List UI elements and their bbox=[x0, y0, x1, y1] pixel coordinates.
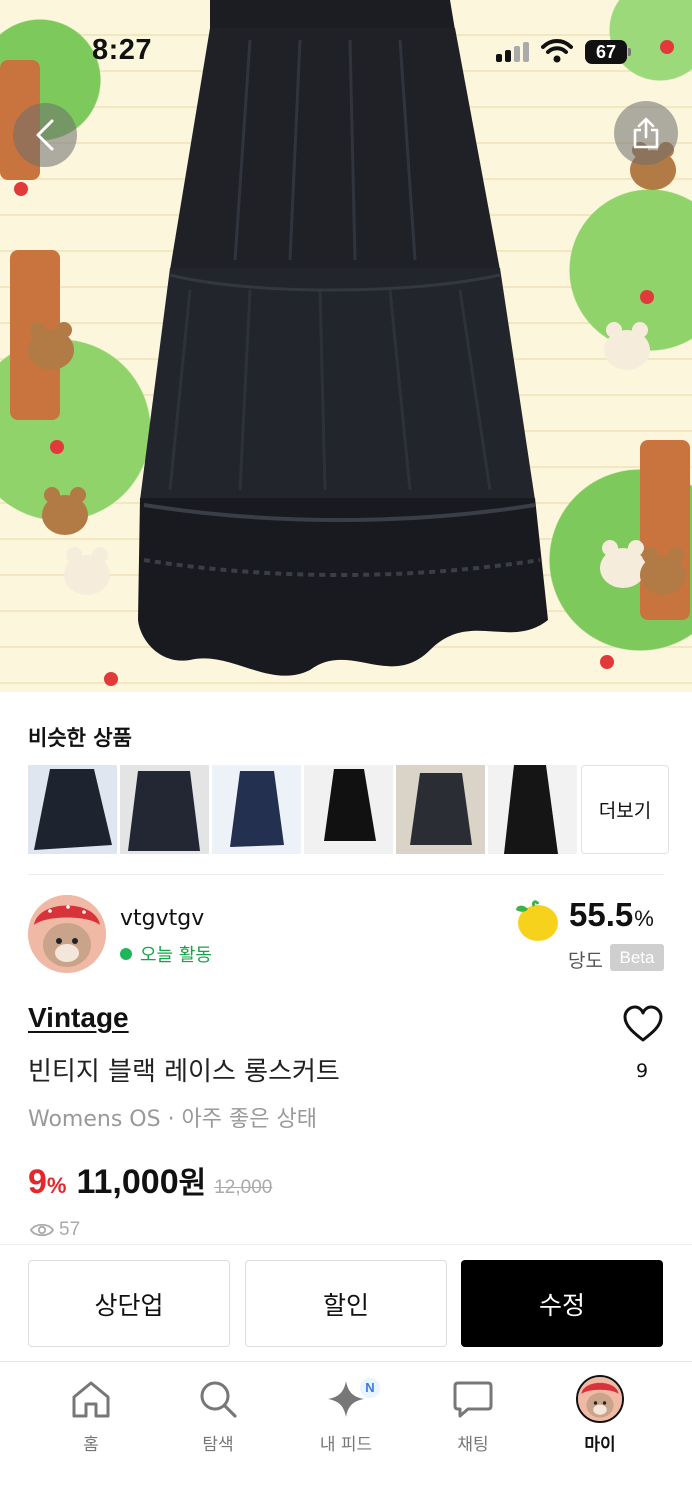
online-dot-icon bbox=[120, 948, 132, 960]
sale-price: 11,000 bbox=[76, 1163, 179, 1201]
similar-product-thumb[interactable] bbox=[212, 765, 301, 854]
chat-icon bbox=[453, 1381, 493, 1418]
currency-label: 원 bbox=[178, 1166, 207, 1201]
cherry-illustration bbox=[14, 182, 28, 196]
home-icon bbox=[72, 1381, 110, 1418]
score-unit: % bbox=[634, 906, 654, 931]
price-row: 9 % 11,000 원 12,000 bbox=[28, 1158, 272, 1202]
similar-product-thumb[interactable] bbox=[304, 765, 393, 854]
score-value: 55.5 bbox=[569, 896, 634, 933]
beta-badge: Beta bbox=[610, 944, 664, 971]
like-count: 9 bbox=[635, 1060, 649, 1082]
similar-products-title: 비슷한 상품 bbox=[28, 726, 132, 750]
cherry-illustration bbox=[600, 655, 614, 669]
cherry-illustration bbox=[50, 440, 64, 454]
tab-home[interactable]: 홈 bbox=[46, 1376, 136, 1455]
share-icon bbox=[633, 117, 659, 149]
more-similar-button[interactable]: 더보기 bbox=[581, 765, 669, 854]
bear-illustration bbox=[28, 322, 74, 370]
cherry-illustration bbox=[104, 672, 118, 686]
eye-icon bbox=[30, 1223, 54, 1237]
product-size-condition: Womens OS · 아주 좋은 상태 bbox=[28, 1107, 317, 1132]
product-detail-screen: 8:27 67 비슷한 상품 더보기 vtgvtgv 오늘 활동 55.5% 당… bbox=[0, 0, 692, 1500]
cellular-signal-icon bbox=[496, 42, 532, 62]
similar-product-thumb[interactable] bbox=[28, 765, 117, 854]
search-icon bbox=[200, 1381, 237, 1418]
wifi-icon bbox=[541, 39, 573, 63]
tab-feed-label: 내 피드 bbox=[319, 1435, 373, 1455]
bear-illustration bbox=[640, 547, 686, 595]
status-bar: 8:27 67 bbox=[0, 0, 692, 104]
seller-avatar[interactable] bbox=[28, 895, 106, 973]
chevron-left-icon bbox=[36, 119, 54, 151]
view-count: 57 bbox=[30, 1219, 80, 1241]
share-button[interactable] bbox=[614, 101, 678, 165]
similar-products-list: 더보기 bbox=[28, 765, 669, 855]
activity-label: 오늘 활동 bbox=[140, 945, 212, 966]
sweetness-score: 55.5% bbox=[569, 896, 654, 934]
heart-icon[interactable] bbox=[622, 1005, 664, 1043]
tab-home-label: 홈 bbox=[83, 1435, 99, 1455]
cherry-illustration bbox=[640, 290, 654, 304]
discount-unit: % bbox=[46, 1173, 67, 1198]
discount-button[interactable]: 할인 bbox=[245, 1260, 447, 1347]
tab-chat[interactable]: 채팅 bbox=[428, 1376, 518, 1455]
bear-illustration bbox=[64, 547, 110, 595]
discount-rate: 9 bbox=[28, 1163, 47, 1201]
tab-my[interactable]: 마이 bbox=[555, 1375, 645, 1455]
product-title: 빈티지 블랙 레이스 롱스커트 bbox=[28, 1057, 340, 1087]
status-time: 8:27 bbox=[92, 34, 153, 66]
original-price: 12,000 bbox=[214, 1177, 273, 1198]
bear-illustration bbox=[600, 540, 646, 588]
brand-link[interactable]: Vintage bbox=[28, 1002, 129, 1034]
divider bbox=[28, 874, 664, 875]
tab-feed[interactable]: N 내 피드 bbox=[301, 1376, 391, 1455]
back-button[interactable] bbox=[13, 103, 77, 167]
similar-product-thumb[interactable] bbox=[120, 765, 209, 854]
similar-product-thumb[interactable] bbox=[396, 765, 485, 854]
action-bar: 상단업 할인 수정 bbox=[0, 1244, 692, 1362]
edit-button[interactable]: 수정 bbox=[461, 1260, 663, 1347]
battery-level: 67 bbox=[585, 40, 627, 64]
seller-activity-status: 오늘 활동 bbox=[120, 941, 212, 967]
view-count-value: 57 bbox=[59, 1219, 81, 1240]
profile-avatar-icon bbox=[576, 1375, 624, 1423]
bear-illustration bbox=[604, 322, 650, 370]
bottom-tab-bar: 홈 탐색 N 내 피드 채팅 마이 bbox=[0, 1361, 692, 1500]
sweetness-label: 당도 bbox=[568, 950, 603, 972]
tab-search[interactable]: 탐색 bbox=[173, 1376, 263, 1455]
bear-illustration bbox=[42, 487, 88, 535]
new-badge: N bbox=[360, 1378, 380, 1398]
apple-fruit-icon bbox=[516, 900, 558, 941]
tab-chat-label: 채팅 bbox=[457, 1435, 489, 1455]
similar-product-thumb[interactable] bbox=[488, 765, 577, 854]
battery-indicator: 67 bbox=[585, 40, 631, 64]
tab-search-label: 탐색 bbox=[202, 1435, 234, 1455]
seller-name[interactable]: vtgvtgv bbox=[120, 906, 204, 931]
bump-button[interactable]: 상단업 bbox=[28, 1260, 230, 1347]
tab-my-label: 마이 bbox=[584, 1435, 616, 1455]
